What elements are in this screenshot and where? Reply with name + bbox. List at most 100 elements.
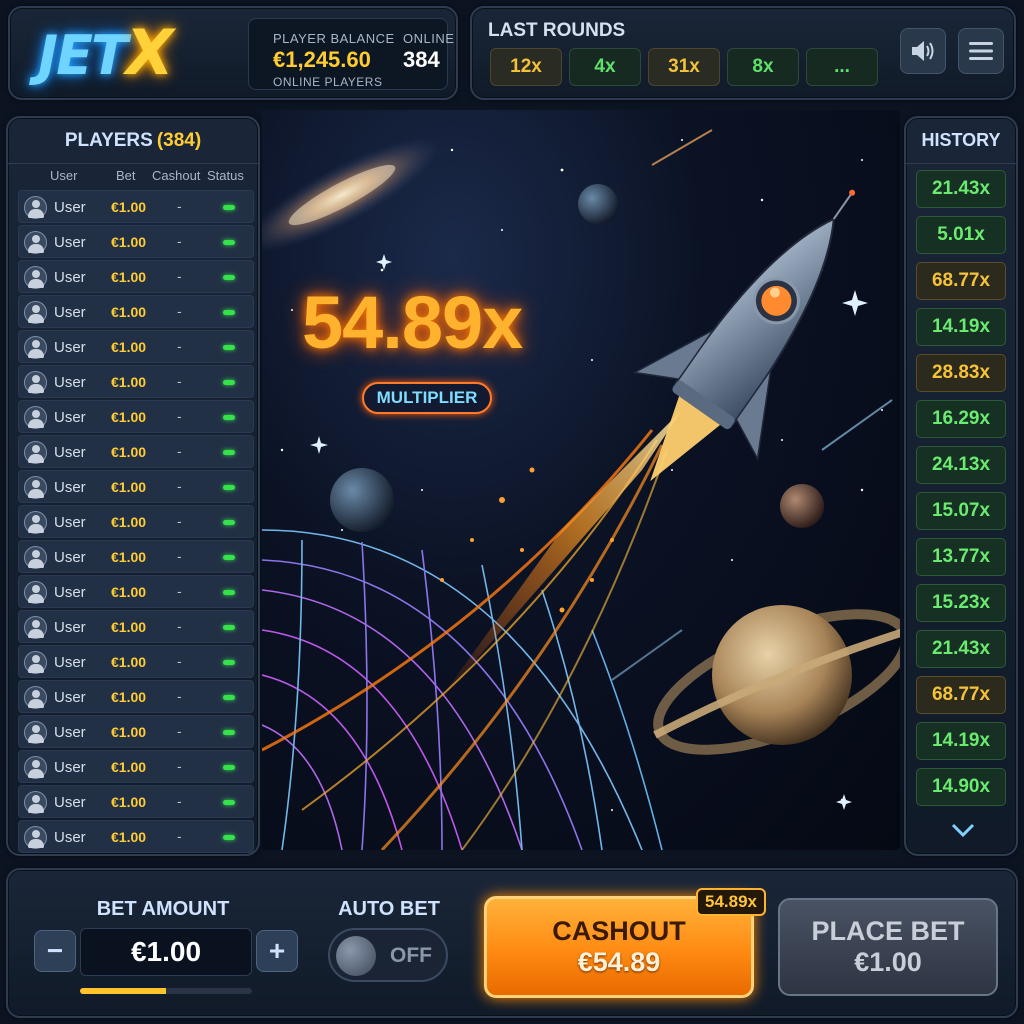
players-title-text: PLAYERS (64, 129, 153, 151)
history-item: 13.77x (916, 538, 1006, 576)
last-round-chip[interactable]: 31x (648, 48, 720, 86)
status-indicator (223, 555, 235, 560)
player-cashout: - (177, 723, 182, 739)
player-bet: €1.00 (111, 689, 147, 705)
player-user: User (54, 829, 86, 846)
player-bet: €1.00 (111, 269, 147, 285)
auto-bet-label: AUTO BET (338, 898, 440, 920)
sound-button[interactable] (900, 28, 946, 74)
jetx-logo: JETX (38, 22, 174, 87)
players-count: (384) (156, 129, 202, 151)
player-user: User (54, 269, 86, 286)
status-indicator (223, 380, 235, 385)
last-round-chip[interactable]: 12x (490, 48, 562, 86)
player-cashout: - (177, 268, 182, 284)
auto-bet-toggle[interactable]: OFF (328, 928, 448, 982)
history-item: 16.29x (916, 400, 1006, 438)
player-user: User (54, 584, 86, 601)
last-rounds-title: LAST ROUNDS (488, 20, 626, 41)
player-user: User (54, 234, 86, 251)
toggle-knob (336, 936, 376, 976)
logo-jet-text: JET (38, 24, 128, 87)
online-players-label: ONLINE PLAYERS (273, 75, 383, 89)
decrease-bet-button[interactable]: − (34, 930, 76, 972)
player-bet: €1.00 (111, 759, 147, 775)
history-item: 14.90x (916, 768, 1006, 806)
bet-amount-input[interactable]: €1.00 (80, 928, 252, 976)
player-user: User (54, 549, 86, 566)
player-cashout: - (177, 793, 182, 809)
history-item: 15.07x (916, 492, 1006, 530)
avatar-icon (24, 371, 47, 394)
avatar-icon (24, 756, 47, 779)
bet-amount-label: BET AMOUNT (96, 898, 230, 920)
avatar-icon (24, 231, 47, 254)
player-cashout: - (177, 583, 182, 599)
avatar-icon (24, 616, 47, 639)
increase-bet-button[interactable]: + (256, 930, 298, 972)
balance-value: €1,245.60 (273, 47, 371, 72)
space-scene (262, 129, 900, 850)
hamburger-menu-icon (969, 42, 993, 60)
player-cashout: - (177, 478, 182, 494)
player-bet: €1.00 (111, 339, 147, 355)
avatar-icon (24, 266, 47, 289)
player-user: User (54, 689, 86, 706)
player-bet: €1.00 (111, 409, 147, 425)
online-label: ONLINE (403, 31, 455, 46)
player-row: User €1.00 - (18, 330, 254, 363)
status-indicator (223, 520, 235, 525)
history-title: HISTORY (906, 118, 1016, 164)
avatar-icon (24, 301, 47, 324)
status-indicator (223, 800, 235, 805)
status-indicator (223, 310, 235, 315)
status-indicator (223, 765, 235, 770)
player-bet: €1.00 (111, 514, 147, 530)
history-item: 28.83x (916, 354, 1006, 392)
col-user: User (50, 168, 78, 183)
avatar-icon (24, 196, 47, 219)
player-bet: €1.00 (111, 304, 147, 320)
last-round-chip[interactable]: 8x (727, 48, 799, 86)
player-row: User €1.00 - (18, 750, 254, 783)
player-row: User €1.00 - (18, 540, 254, 573)
player-cashout: - (177, 618, 182, 634)
col-status: Status (207, 168, 244, 183)
status-indicator (223, 485, 235, 490)
last-round-chip[interactable]: ... (806, 48, 878, 86)
avatar-icon (24, 721, 47, 744)
history-item: 21.43x (916, 170, 1006, 208)
player-bet: €1.00 (111, 794, 147, 810)
player-row: User €1.00 - (18, 785, 254, 818)
player-row: User €1.00 - (18, 575, 254, 608)
status-indicator (223, 450, 235, 455)
player-row: User €1.00 - (18, 435, 254, 468)
chevron-down-icon[interactable] (950, 820, 976, 840)
cashout-label: CASHOUT (552, 916, 686, 946)
player-cashout: - (177, 653, 182, 669)
place-bet-label: PLACE BET (811, 916, 965, 946)
multiplier-value: 54.89x (302, 281, 523, 364)
status-indicator (223, 345, 235, 350)
player-user: User (54, 339, 86, 356)
avatar-icon (24, 686, 47, 709)
player-user: User (54, 514, 86, 531)
player-cashout: - (177, 303, 182, 319)
status-indicator (223, 660, 235, 665)
last-round-chip[interactable]: 4x (569, 48, 641, 86)
col-bet: Bet (116, 168, 136, 183)
player-row: User €1.00 - (18, 505, 254, 538)
history-item: 24.13x (916, 446, 1006, 484)
status-indicator (223, 625, 235, 630)
player-bet: €1.00 (111, 374, 147, 390)
menu-button[interactable] (958, 28, 1004, 74)
player-row: User €1.00 - (18, 715, 254, 748)
player-user: User (54, 654, 86, 671)
player-user: User (54, 794, 86, 811)
player-cashout: - (177, 338, 182, 354)
player-user: User (54, 479, 86, 496)
avatar-icon (24, 476, 47, 499)
player-row: User €1.00 - (18, 260, 254, 293)
player-row: User €1.00 - (18, 365, 254, 398)
place-bet-button[interactable]: PLACE BET €1.00 (778, 898, 998, 996)
